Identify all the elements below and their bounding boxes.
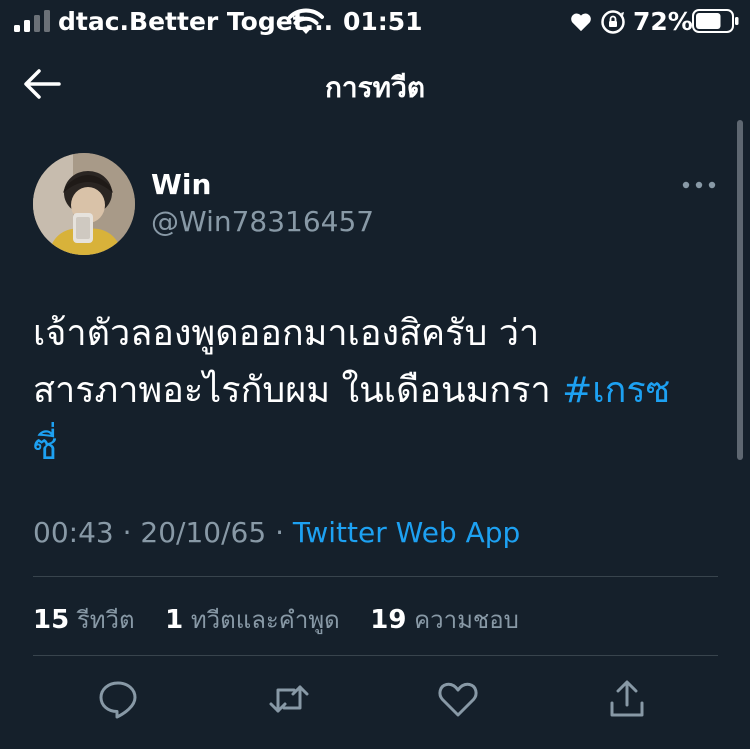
- rotation-lock-icon: [601, 10, 625, 34]
- meta-separator: ·: [122, 516, 132, 549]
- retweet-icon[interactable]: [268, 678, 310, 720]
- tweet-meta: 00:43 · 20/10/65 · Twitter Web App: [33, 516, 520, 549]
- quotes-stat[interactable]: 1 ทวีตและคำพูด: [165, 605, 340, 635]
- signal-icon: [14, 10, 50, 32]
- author-handle[interactable]: @Win78316457: [151, 205, 374, 238]
- tweet-time: 00:43: [33, 516, 114, 549]
- likes-stat[interactable]: 19 ความชอบ: [370, 605, 519, 635]
- scrollbar[interactable]: [737, 120, 743, 460]
- retweets-stat[interactable]: 15 รีทวีต: [33, 605, 135, 635]
- tweet-source-link[interactable]: Twitter Web App: [293, 516, 520, 549]
- status-bar: dtac.Better Toget... 01:51 72%: [0, 0, 750, 44]
- arrow-left-icon[interactable]: [22, 68, 62, 100]
- page-title: การทวีต: [324, 71, 426, 104]
- divider: [33, 576, 718, 577]
- tweet-stats: 15 รีทวีต 1 ทวีตและคำพูด 19 ความชอบ: [33, 600, 519, 639]
- status-time: 01:51: [343, 7, 423, 36]
- author-name[interactable]: Win: [151, 168, 211, 201]
- hashtag-link[interactable]: #เกรซ: [562, 370, 670, 411]
- hashtag-link-continued[interactable]: ซี่: [33, 427, 57, 468]
- battery-percent: 72%: [633, 7, 693, 36]
- tweet-text: เจ้าตัวลองพูดออกมาเองสิครับ ว่า สารภาพอะ…: [33, 305, 723, 476]
- meta-separator: ·: [275, 516, 284, 549]
- tweet-text-line: สารภาพอะไรกับผม ในเดือนมกรา: [33, 370, 563, 411]
- avatar-image: [33, 153, 135, 255]
- share-icon[interactable]: [606, 678, 648, 720]
- avatar[interactable]: [33, 153, 135, 255]
- divider: [33, 655, 718, 656]
- more-options-icon[interactable]: [682, 180, 716, 190]
- tweet-date: 20/10/65: [140, 516, 267, 549]
- tweet-text-line: เจ้าตัวลองพูดออกมาเองสิครับ ว่า: [33, 313, 540, 354]
- wifi-icon: [288, 8, 324, 34]
- heart-status-icon: [571, 13, 591, 32]
- battery-icon: [692, 9, 739, 33]
- heart-icon[interactable]: [437, 678, 479, 720]
- reply-icon[interactable]: [97, 678, 139, 720]
